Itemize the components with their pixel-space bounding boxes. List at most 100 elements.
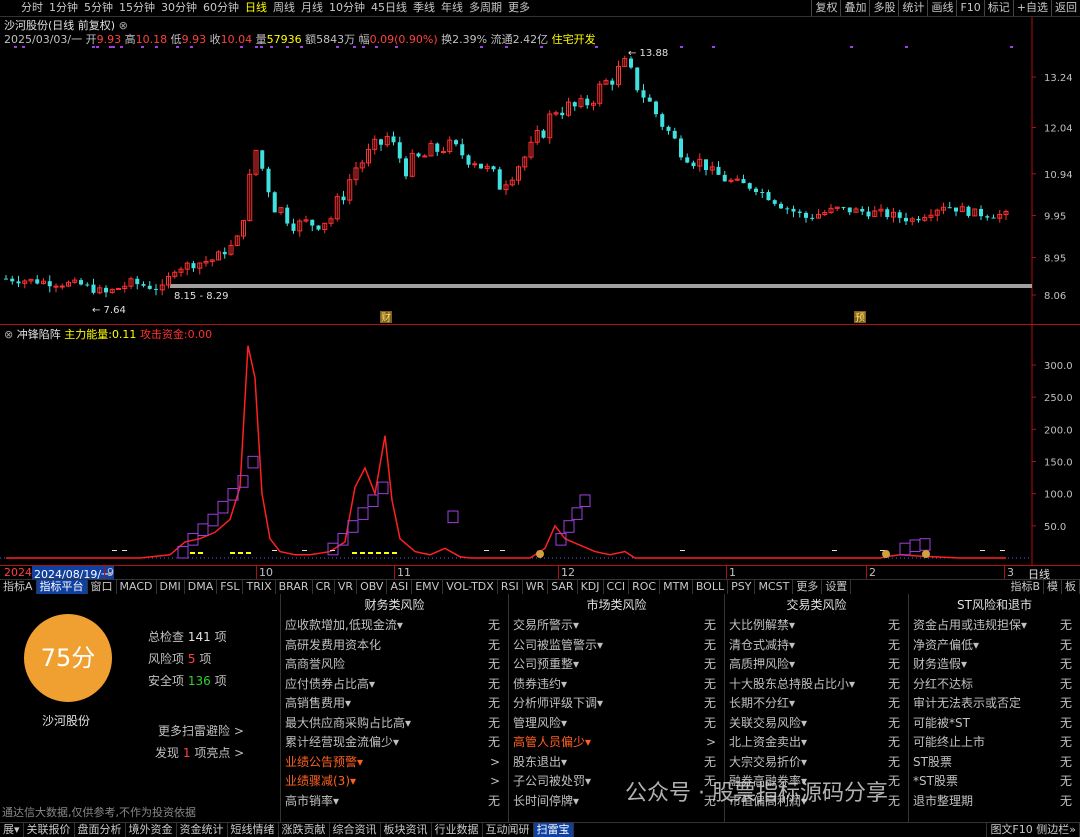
tag-forecast[interactable]: 预: [855, 312, 865, 324]
timeframe-7[interactable]: 周线: [270, 0, 298, 16]
indicator-tab-18[interactable]: KDJ: [578, 580, 604, 594]
indicator-tab-20[interactable]: ROC: [629, 580, 661, 594]
risk-item[interactable]: 高商誉风险 无: [281, 655, 508, 675]
status-tab-10[interactable]: 互动闻研: [483, 823, 534, 837]
indicator-tab-24[interactable]: MCST: [755, 580, 794, 594]
indicator-tab-right-0[interactable]: 指标B: [1007, 580, 1044, 594]
indicator-tab-5[interactable]: DMA: [185, 580, 218, 594]
toolbar-button-5[interactable]: F10: [956, 0, 983, 16]
risk-item[interactable]: 公司预重整▾ 无: [509, 655, 724, 675]
highlight-link[interactable]: 发现 1 项亮点 >: [155, 744, 244, 761]
indicator-tab-12[interactable]: ASI: [387, 580, 413, 594]
risk-item[interactable]: 资金占用或违规担保▾ 无: [909, 616, 1080, 636]
price-chart[interactable]: 13.24 12.04 10.94 9.95 8.95 8.06 ← 13.88 ← 7.64…: [0, 17, 1080, 325]
toolbar-button-3[interactable]: 统计: [898, 0, 927, 16]
status-tab-0[interactable]: 展▾: [0, 823, 24, 837]
timeframe-13[interactable]: 多周期: [466, 0, 505, 16]
indicator-tab-13[interactable]: EMV: [412, 580, 444, 594]
risk-item[interactable]: ST股票 无: [909, 753, 1080, 773]
risk-item[interactable]: 可能终止上市 无: [909, 733, 1080, 753]
price-chart-svg[interactable]: 13.24 12.04 10.94 9.95 8.95 8.06 ← 13.88 ← 7.64…: [0, 17, 1080, 325]
status-tab-6[interactable]: 涨跌贡献: [279, 823, 330, 837]
risk-item[interactable]: 高管人员偏少▾ >: [509, 733, 724, 753]
indicator-tab-22[interactable]: BOLL: [693, 580, 729, 594]
timeframe-2[interactable]: 5分钟: [81, 0, 116, 16]
timeframe-5[interactable]: 60分钟: [200, 0, 242, 16]
timeframe-3[interactable]: 15分钟: [116, 0, 158, 16]
toolbar-button-8[interactable]: 返回: [1051, 0, 1080, 16]
toolbar-button-0[interactable]: 复权: [811, 0, 840, 16]
risk-item[interactable]: 清仓式减持▾ 无: [725, 636, 908, 656]
indicator-tab-8[interactable]: BRAR: [276, 580, 313, 594]
risk-item[interactable]: 应付债券占比高▾ 无: [281, 675, 508, 695]
status-tab-9[interactable]: 行业数据: [432, 823, 483, 837]
f10-sidebar-button[interactable]: 图文F10 侧边栏»: [986, 823, 1080, 837]
timeframe-0[interactable]: 分时: [18, 0, 46, 16]
risk-item[interactable]: 交易所警示▾ 无: [509, 616, 724, 636]
indicator-tab-19[interactable]: CCI: [604, 580, 630, 594]
risk-item[interactable]: 业绩公告预警▾ >: [281, 753, 508, 773]
risk-item[interactable]: 高质押风险▾ 无: [725, 655, 908, 675]
timeframe-9[interactable]: 10分钟: [326, 0, 368, 16]
risk-item[interactable]: 管理风险▾ 无: [509, 714, 724, 734]
risk-item[interactable]: 十大股东总持股占比小▾ 无: [725, 675, 908, 695]
indicator-chart[interactable]: 300.0 250.0 200.0 150.0 100.0 50.0 ⊗ 冲锋陷阵 主力能…: [0, 325, 1080, 565]
timeframe-12[interactable]: 年线: [438, 0, 466, 16]
indicator-chart-svg[interactable]: 300.0 250.0 200.0 150.0 100.0 50.0: [0, 325, 1080, 565]
indicator-tab-26[interactable]: 设置: [822, 580, 852, 594]
indicator-tab-21[interactable]: MTM: [660, 580, 693, 594]
risk-item[interactable]: 可能被*ST 无: [909, 714, 1080, 734]
indicator-tab-right-1[interactable]: 模: [1044, 580, 1062, 594]
more-scan-link[interactable]: 更多扫雷避险 >: [158, 722, 244, 739]
risk-item[interactable]: 长期不分红▾ 无: [725, 694, 908, 714]
risk-item[interactable]: 退市整理期 无: [909, 792, 1080, 812]
toolbar-button-7[interactable]: +自选: [1012, 0, 1051, 16]
indicator-tab-15[interactable]: RSI: [498, 580, 523, 594]
risk-item[interactable]: 高销售费用▾ 无: [281, 694, 508, 714]
timeframe-11[interactable]: 季线: [410, 0, 438, 16]
close-icon[interactable]: ⊗: [4, 328, 13, 341]
risk-item[interactable]: 大宗交易折价▾ 无: [725, 753, 908, 773]
indicator-tab-right-2[interactable]: 板: [1062, 580, 1080, 594]
indicator-tab-2[interactable]: 窗口: [88, 580, 117, 594]
risk-item[interactable]: 北上资金卖出▾ 无: [725, 733, 908, 753]
indicator-tab-6[interactable]: FSL: [217, 580, 244, 594]
status-tab-8[interactable]: 板块资讯: [381, 823, 432, 837]
timeframe-8[interactable]: 月线: [298, 0, 326, 16]
timeframe-10[interactable]: 45日线: [368, 0, 410, 16]
status-tab-4[interactable]: 资金统计: [177, 823, 228, 837]
toolbar-button-2[interactable]: 多股: [869, 0, 898, 16]
tag-fin[interactable]: 财: [381, 311, 391, 324]
timeframe-1[interactable]: 1分钟: [46, 0, 81, 16]
risk-item[interactable]: 公司被监管警示▾ 无: [509, 636, 724, 656]
risk-item[interactable]: 净资产偏低▾ 无: [909, 636, 1080, 656]
indicator-tab-17[interactable]: SAR: [548, 580, 578, 594]
risk-item[interactable]: 业绩骤减(3)▾ >: [281, 772, 508, 792]
status-tab-7[interactable]: 综合资讯: [330, 823, 381, 837]
indicator-tab-11[interactable]: OBV: [357, 580, 388, 594]
toolbar-button-6[interactable]: 标记: [983, 0, 1013, 16]
toolbar-button-4[interactable]: 画线: [927, 0, 956, 16]
timeframe-4[interactable]: 30分钟: [158, 0, 200, 16]
risk-item[interactable]: 股东退出▾ 无: [509, 753, 724, 773]
risk-item[interactable]: 债券违约▾ 无: [509, 675, 724, 695]
timeframe-6[interactable]: 日线: [242, 0, 270, 16]
indicator-tab-25[interactable]: 更多: [793, 580, 823, 594]
status-tab-3[interactable]: 境外资金: [126, 823, 177, 837]
risk-item[interactable]: 分红不达标 无: [909, 675, 1080, 695]
status-tab-2[interactable]: 盘面分析: [75, 823, 126, 837]
risk-item[interactable]: 最大供应商采购占比高▾ 无: [281, 714, 508, 734]
risk-item[interactable]: 高市销率▾ 无: [281, 792, 508, 812]
status-tab-1[interactable]: 关联报价: [24, 823, 75, 837]
risk-item[interactable]: 应收款增加,低现金流▾ 无: [281, 616, 508, 636]
risk-item[interactable]: 分析师评级下调▾ 无: [509, 694, 724, 714]
risk-item[interactable]: 高研发费用资本化 无: [281, 636, 508, 656]
indicator-tab-4[interactable]: DMI: [157, 580, 185, 594]
timeframe-14[interactable]: 更多: [505, 0, 533, 16]
indicator-tab-1[interactable]: 指标平台: [36, 580, 88, 594]
status-tab-11[interactable]: 扫雷宝: [533, 823, 574, 837]
risk-item[interactable]: 关联交易风险▾ 无: [725, 714, 908, 734]
toolbar-button-1[interactable]: 叠加: [840, 0, 869, 16]
risk-item[interactable]: 累计经营现金流偏少▾ 无: [281, 733, 508, 753]
indicator-tab-23[interactable]: PSY: [728, 580, 756, 594]
